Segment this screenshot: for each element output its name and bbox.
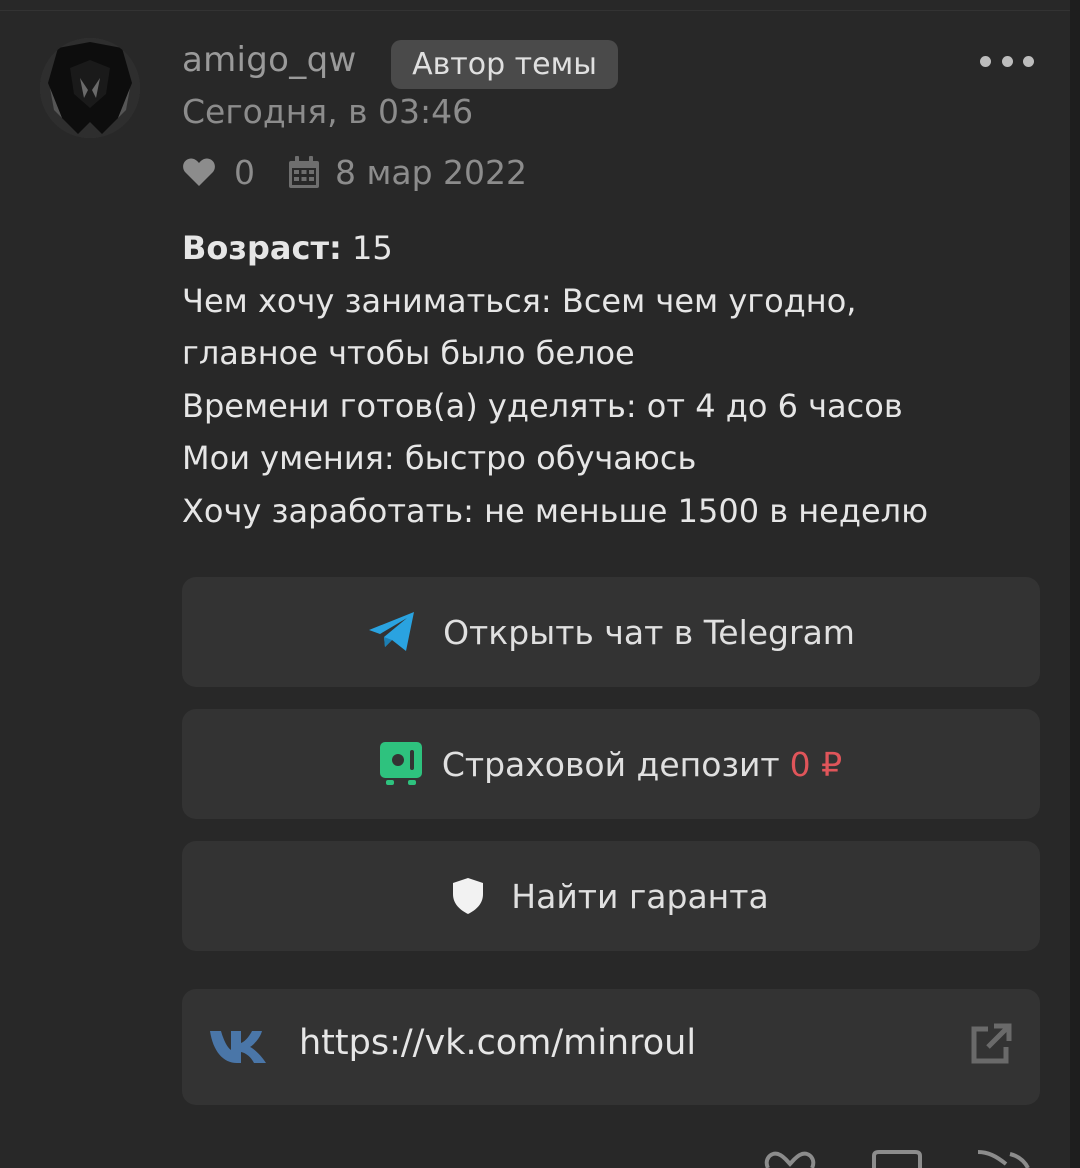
deposit-button-label: Страховой депозит [441, 744, 780, 784]
post-line: Возраст: 15 [182, 229, 393, 267]
open-telegram-button[interactable]: Открыть чат в Telegram [182, 577, 1040, 687]
telegram-button-label: Открыть чат в Telegram [443, 612, 855, 652]
registration-date: 8 мар 2022 [335, 152, 528, 192]
author-badge: Автор темы [391, 40, 618, 89]
calendar-icon [289, 156, 319, 188]
post-line: Хочу заработать: не меньше 1500 в неделю [182, 491, 929, 530]
like-icon[interactable] [762, 1150, 818, 1168]
post-line: Мои умения: быстро обучаюсь [182, 439, 697, 477]
find-garant-button[interactable]: Найти гаранта [182, 841, 1040, 951]
right-edge [1070, 0, 1080, 1168]
avatar[interactable] [40, 38, 140, 138]
post-line: Чем хочу заниматься: Всем чем угодно, [182, 281, 857, 320]
shield-icon [453, 878, 484, 914]
post-meta: 0 8 мар 2022 [182, 150, 527, 194]
more-dots-icon[interactable] [980, 50, 1034, 72]
heart-icon[interactable] [182, 157, 216, 187]
external-link-icon [970, 1023, 1012, 1069]
post-body: Возраст: 15 Чем хочу заниматься: Всем че… [182, 222, 1062, 537]
vk-icon [210, 1029, 270, 1067]
top-divider [0, 10, 1080, 11]
garant-button-label: Найти гаранта [511, 876, 769, 916]
post-time: Сегодня, в 03:46 [182, 92, 474, 131]
deposit-amount: 0 ₽ [789, 744, 843, 784]
reply-icon[interactable] [872, 1150, 922, 1168]
vk-link[interactable]: https://vk.com/minroul [182, 989, 1040, 1105]
vk-url: https://vk.com/minroul [299, 1023, 697, 1063]
author-username[interactable]: amigo_qw [182, 40, 357, 80]
post-line: главное чтобы было белое [182, 334, 635, 372]
safe-icon [379, 742, 422, 786]
insurance-deposit-button[interactable]: Страховой депозит 0 ₽ [182, 709, 1040, 819]
telegram-icon [367, 611, 417, 653]
share-icon[interactable] [976, 1150, 1030, 1168]
post-line: Времени готов(а) уделять: от 4 до 6 часо… [182, 386, 903, 425]
likes-count: 0 [234, 152, 255, 192]
